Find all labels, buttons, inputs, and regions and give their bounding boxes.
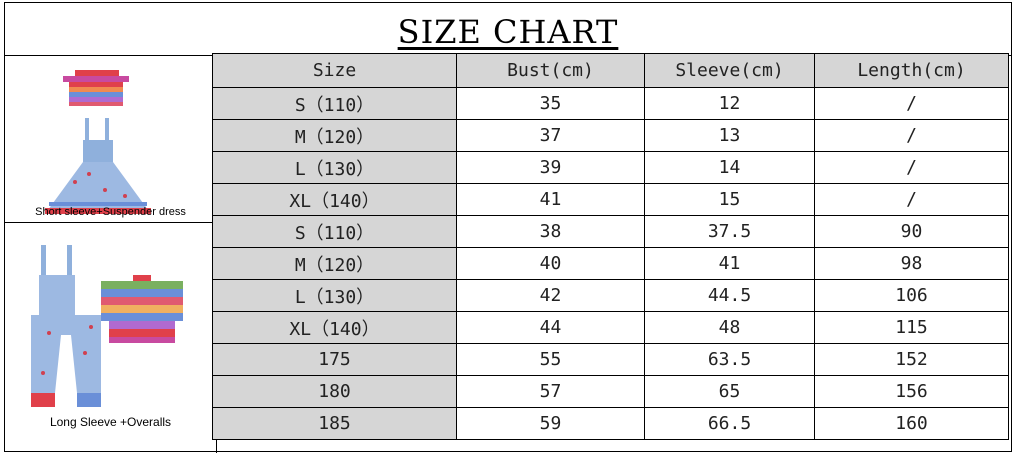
sleeve-cell: 63.5 — [644, 343, 815, 376]
size-table: Size Bust(cm) Sleeve(cm) Length(cm) S（11… — [212, 53, 1009, 440]
bust-cell: 55 — [456, 343, 645, 376]
sleeve-cell: 48 — [644, 311, 815, 344]
table-header-row: Size Bust(cm) Sleeve(cm) Length(cm) — [212, 53, 1009, 88]
size-cell: S（110） — [212, 87, 457, 120]
bust-cell: 38 — [456, 215, 645, 248]
sleeve-cell: 65 — [644, 375, 815, 408]
size-cell: XL（140） — [212, 311, 457, 344]
table-row: M（120） 40 41 98 — [212, 247, 1009, 280]
sleeve-cell: 66.5 — [644, 407, 815, 440]
table-row: XL（140） 41 15/ — [212, 183, 1009, 216]
size-cell: 175 — [212, 343, 457, 376]
product-photo-overalls-set: Long Sleeve +Overalls — [5, 223, 217, 453]
table-row: L（130） 42 44.5 106 — [212, 279, 1009, 312]
length-cell: 160 — [814, 407, 1009, 440]
size-cell: 185 — [212, 407, 457, 440]
size-cell: M（120） — [212, 247, 457, 280]
length-cell: / — [814, 183, 1009, 216]
product-photo-dress-set: Short sleeve+Suspender dress — [5, 56, 217, 223]
size-cell: XL（140） — [212, 183, 457, 216]
bust-cell: 40 — [456, 247, 645, 280]
length-cell: 90 — [814, 215, 1009, 248]
sleeve-cell: 44.5 — [644, 279, 815, 312]
header-length: Length(cm) — [814, 53, 1009, 88]
length-cell: 106 — [814, 279, 1009, 312]
bust-cell: 57 — [456, 375, 645, 408]
table-row: S（110） 35 12/ — [212, 87, 1009, 120]
sleeve-cell: 15 — [644, 183, 815, 216]
sleeve-cell: 41 — [644, 247, 815, 280]
suspender-dress-image — [45, 118, 151, 214]
table-row: S（110） 38 37.5 90 — [212, 215, 1009, 248]
long-sleeve-sweater-image — [101, 275, 183, 343]
size-cell: 180 — [212, 375, 457, 408]
length-cell: / — [814, 119, 1009, 152]
length-cell: / — [814, 87, 1009, 120]
bust-cell: 39 — [456, 151, 645, 184]
table-row: 185 59 66.5 160 — [212, 407, 1009, 440]
table-row: L（130） 39 14/ — [212, 151, 1009, 184]
overalls-set-caption: Long Sleeve +Overalls — [49, 415, 172, 429]
bust-cell: 35 — [456, 87, 645, 120]
length-cell: 98 — [814, 247, 1009, 280]
table-row: 175 55 63.5 152 — [212, 343, 1009, 376]
page-title: SIZE CHART — [397, 13, 619, 51]
sleeve-cell: 12 — [644, 87, 815, 120]
header-bust: Bust(cm) — [456, 53, 645, 88]
dress-set-illustration — [45, 70, 151, 214]
size-cell: M（120） — [212, 119, 457, 152]
header-size: Size — [212, 53, 457, 88]
bust-cell: 44 — [456, 311, 645, 344]
sleeve-cell: 37.5 — [644, 215, 815, 248]
length-cell: 156 — [814, 375, 1009, 408]
bust-cell: 42 — [456, 279, 645, 312]
sleeve-cell: 14 — [644, 151, 815, 184]
header-sleeve: Sleeve(cm) — [644, 53, 815, 88]
size-cell: L（130） — [212, 279, 457, 312]
table-row: 180 57 65 156 — [212, 375, 1009, 408]
bust-cell: 37 — [456, 119, 645, 152]
table-row: XL（140） 44 48 115 — [212, 311, 1009, 344]
table-row: M（120） 37 13/ — [212, 119, 1009, 152]
bust-cell: 59 — [456, 407, 645, 440]
short-sleeve-top-image — [63, 70, 129, 106]
length-cell: / — [814, 151, 1009, 184]
length-cell: 152 — [814, 343, 1009, 376]
dress-set-caption: Short sleeve+Suspender dress — [35, 206, 186, 218]
length-cell: 115 — [814, 311, 1009, 344]
size-cell: S（110） — [212, 215, 457, 248]
overalls-image — [31, 245, 101, 407]
sleeve-cell: 13 — [644, 119, 815, 152]
bust-cell: 41 — [456, 183, 645, 216]
title-bar: SIZE CHART — [5, 3, 1011, 56]
size-cell: L（130） — [212, 151, 457, 184]
